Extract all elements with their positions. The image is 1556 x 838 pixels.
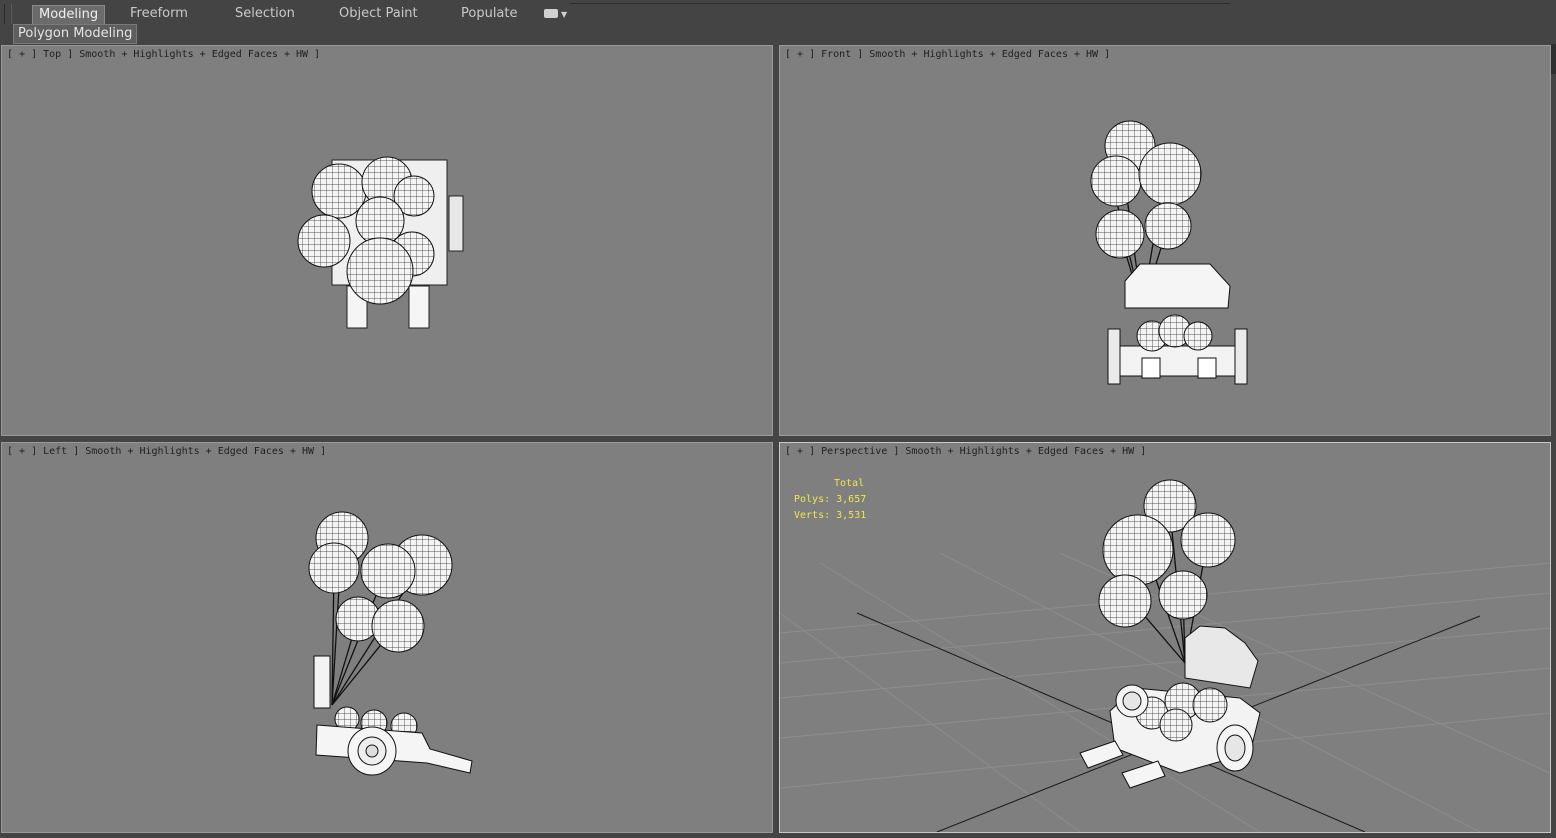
- left-view-model: [308, 511, 473, 776]
- tab-populate[interactable]: Populate: [455, 5, 524, 23]
- scrollbar[interactable]: [1551, 44, 1556, 74]
- tab-freeform[interactable]: Freeform: [124, 5, 194, 23]
- ribbon-panel-bar: [0, 24, 1556, 44]
- viewport-perspective[interactable]: [ + ] Perspective ] Smooth + Highlights …: [779, 442, 1551, 833]
- top-view-model: [297, 156, 464, 329]
- tab-object-paint[interactable]: Object Paint: [333, 5, 424, 23]
- tab-selection[interactable]: Selection: [229, 5, 301, 23]
- tab-modeling[interactable]: Modeling: [32, 5, 106, 24]
- polygon-modeling-button[interactable]: Polygon Modeling: [13, 24, 138, 44]
- ribbon-tab-bar: Modeling Freeform Selection Object Paint…: [0, 0, 1556, 40]
- viewport-top[interactable]: [ + ] Top ] Smooth + Highlights + Edged …: [1, 45, 773, 436]
- ribbon-toggle-icon[interactable]: [544, 9, 558, 18]
- viewport-left[interactable]: [ + ] Left ] Smooth + Highlights + Edged…: [1, 442, 773, 833]
- viewport-front[interactable]: [ + ] Front ] Smooth + Highlights + Edge…: [779, 45, 1551, 436]
- chevron-down-icon[interactable]: ▼: [561, 10, 567, 19]
- perspective-view-model: [780, 479, 1550, 832]
- front-view-model: [1090, 120, 1248, 385]
- divider: [570, 3, 1230, 4]
